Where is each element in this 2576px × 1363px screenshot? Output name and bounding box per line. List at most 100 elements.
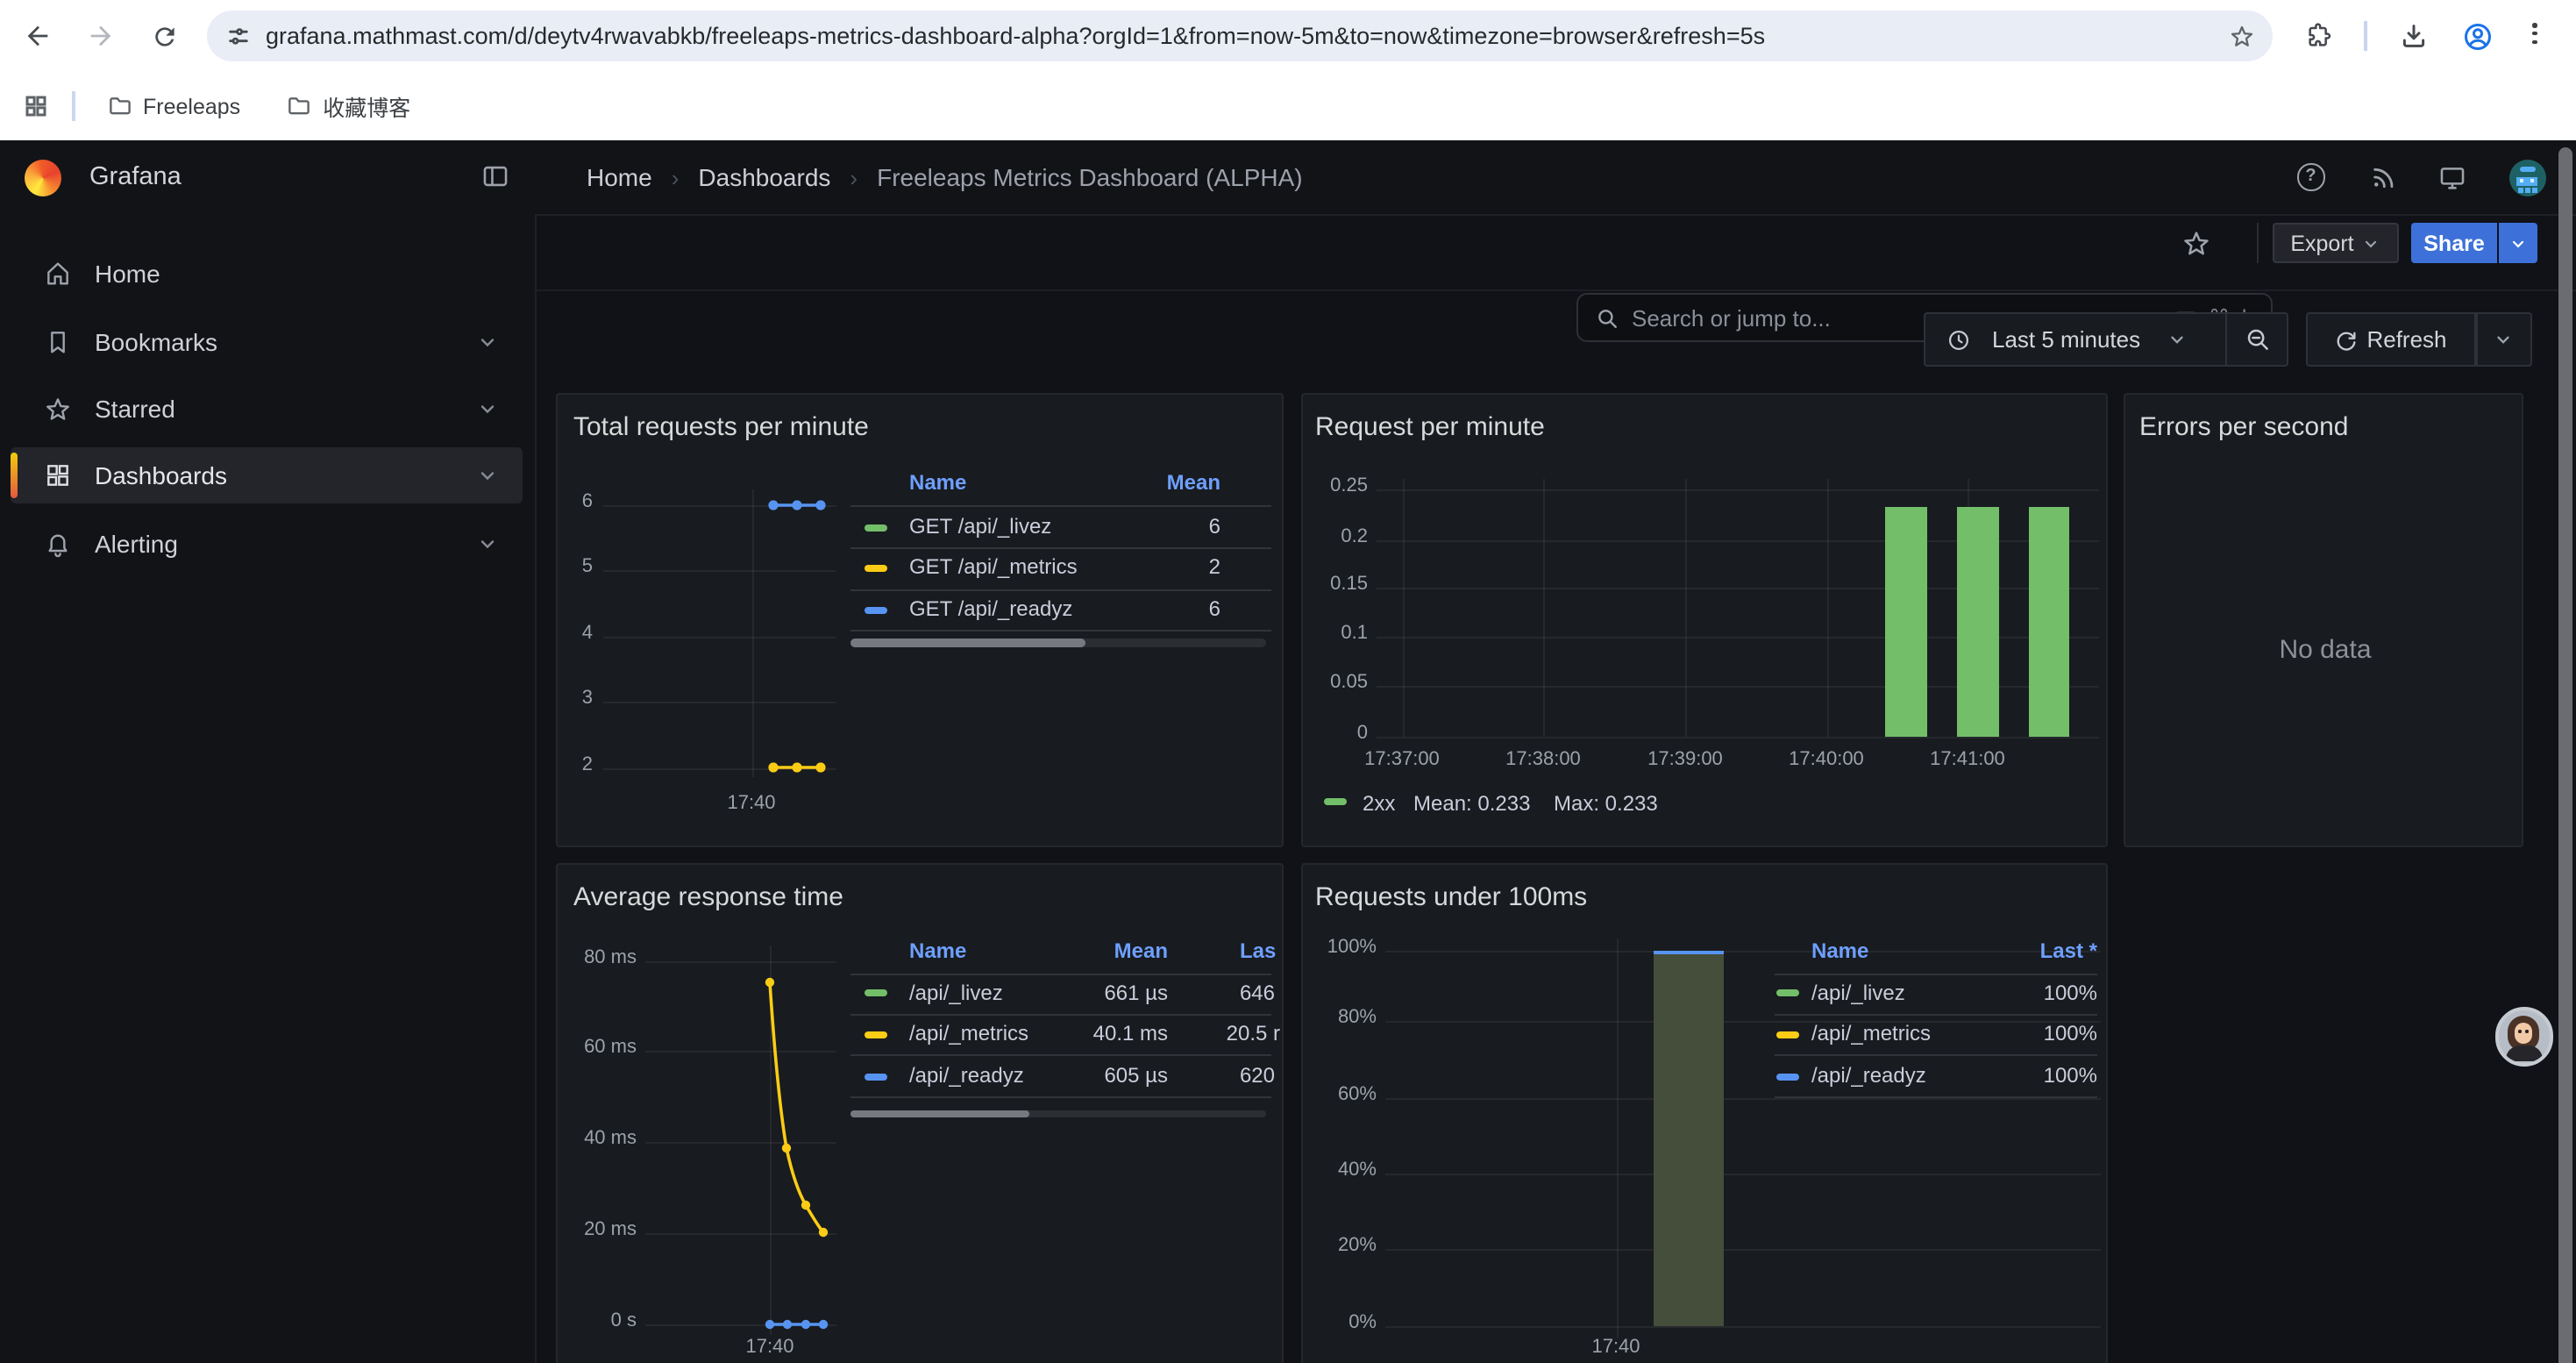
- bell-icon: [44, 530, 72, 558]
- refresh-button[interactable]: Refresh: [2305, 312, 2475, 367]
- panel-title[interactable]: Request per minute: [1315, 412, 1545, 442]
- series-color-pill: [864, 989, 886, 996]
- screen: grafana.mathmast.com/d/deytv4rwavabkb/fr…: [0, 0, 2576, 1363]
- sidebar-item-label: Bookmarks: [95, 327, 477, 355]
- legend-row[interactable]: /api/_readyz: [909, 1063, 1024, 1088]
- chevron-down-icon[interactable]: [477, 331, 498, 352]
- export-button[interactable]: Export: [2273, 223, 2398, 263]
- y-tick: 0.2: [1303, 525, 1368, 546]
- legend-row[interactable]: /api/_livez: [1811, 980, 1905, 1004]
- legend-row[interactable]: /api/_livez: [909, 980, 1003, 1004]
- sidebar-item-starred[interactable]: Starred: [11, 380, 523, 436]
- forward-icon[interactable]: [77, 13, 123, 59]
- legend-scrollbar[interactable]: [850, 1110, 1265, 1117]
- legend-row[interactable]: GET /api/_livez: [909, 514, 1051, 539]
- search-icon: [1595, 306, 1618, 329]
- y-tick: 0%: [1303, 1312, 1377, 1333]
- y-tick: 0: [1303, 722, 1368, 743]
- monitor-icon[interactable]: [2437, 163, 2467, 193]
- series-color-pill: [1323, 798, 1346, 805]
- y-tick: 80%: [1303, 1007, 1377, 1028]
- sidebar-item-dashboards[interactable]: Dashboards: [11, 446, 523, 503]
- sidebar-item-bookmarks[interactable]: Bookmarks: [11, 313, 523, 369]
- panel-title[interactable]: Requests under 100ms: [1315, 882, 1587, 912]
- legend-last-header[interactable]: Last *: [1975, 938, 2097, 962]
- bookmark-label: 收藏博客: [323, 89, 410, 123]
- profile-icon[interactable]: [2462, 20, 2494, 52]
- chevron-right-icon: ›: [672, 164, 680, 190]
- bookmark-folder-blogs[interactable]: 收藏博客: [272, 83, 424, 129]
- news-rss-icon[interactable]: [2369, 163, 2397, 191]
- bookmark-folder-freeleaps[interactable]: Freeleaps: [92, 83, 254, 129]
- series-color-pill: [1776, 1031, 1799, 1038]
- y-tick: 0.1: [1303, 623, 1368, 644]
- subheader-divider: [535, 289, 2576, 291]
- legend-last-header[interactable]: Las: [1240, 938, 1276, 962]
- chevron-down-icon[interactable]: [477, 464, 498, 485]
- chevron-right-icon: ›: [850, 164, 857, 190]
- line-chart: [558, 395, 1284, 847]
- chevron-down-icon[interactable]: [477, 533, 498, 554]
- url-text[interactable]: grafana.mathmast.com/d/deytv4rwavabkb/fr…: [266, 23, 2215, 49]
- panel-errors-per-second: Errors per second No data: [2124, 393, 2523, 847]
- bookmark-star-icon[interactable]: [2229, 23, 2255, 49]
- legend-scrollbar[interactable]: [850, 639, 1265, 646]
- grafana-logo-icon[interactable]: [24, 159, 60, 196]
- sidebar: Home Bookmarks Starred Dashboa: [0, 214, 537, 1363]
- favorite-star-icon[interactable]: [2181, 228, 2211, 258]
- legend-row[interactable]: GET /api/_metrics: [909, 554, 1078, 579]
- series-color-pill: [864, 606, 886, 613]
- sidebar-item-label: Starred: [95, 394, 477, 422]
- legend-name-header[interactable]: Name: [909, 938, 966, 962]
- user-avatar[interactable]: [2508, 159, 2545, 196]
- series-color-pill: [864, 1031, 886, 1038]
- reload-icon[interactable]: [141, 13, 187, 59]
- extensions-icon[interactable]: [2304, 21, 2332, 49]
- legend-mean-header[interactable]: Mean: [1084, 470, 1220, 495]
- legend-row[interactable]: /api/_metrics: [909, 1021, 1028, 1045]
- series-color-pill: [864, 524, 886, 531]
- legend-series[interactable]: 2xx: [1363, 791, 1395, 816]
- sidebar-collapse-icon[interactable]: [480, 161, 510, 191]
- legend-name-header[interactable]: Name: [909, 470, 966, 495]
- help-icon[interactable]: ?: [2297, 163, 2324, 190]
- breadcrumb-dashboards[interactable]: Dashboards: [698, 163, 830, 191]
- x-tick: 17:39:00: [1629, 749, 1741, 770]
- star-icon: [44, 394, 72, 422]
- refresh-label: Refresh: [2366, 326, 2446, 353]
- x-tick: 17:40: [1576, 1337, 1655, 1358]
- x-tick: 17:40: [712, 793, 791, 814]
- sidebar-item-home[interactable]: Home: [11, 245, 523, 301]
- chevron-down-icon[interactable]: [477, 397, 498, 418]
- download-icon[interactable]: [2399, 21, 2429, 51]
- series-color-pill: [864, 1073, 886, 1080]
- brand-title: Grafana: [89, 140, 181, 214]
- time-range-picker[interactable]: Last 5 minutes: [1924, 312, 2227, 367]
- y-tick: 40%: [1303, 1159, 1377, 1180]
- share-button[interactable]: Share: [2411, 223, 2497, 263]
- panel-title[interactable]: Errors per second: [2139, 412, 2348, 442]
- panel-requests-under-100ms: Requests under 100ms 100% 80% 60% 40% 20…: [1301, 863, 2108, 1363]
- legend-row[interactable]: GET /api/_readyz: [909, 596, 1072, 621]
- apps-grid-icon[interactable]: [23, 93, 49, 119]
- legend-mean: Mean: 0.233: [1413, 791, 1530, 816]
- legend-row[interactable]: /api/_metrics: [1811, 1021, 1931, 1045]
- sidebar-item-alerting[interactable]: Alerting: [11, 516, 523, 572]
- breadcrumb-home[interactable]: Home: [587, 163, 652, 191]
- site-settings-icon[interactable]: [225, 24, 250, 48]
- browser-toolbar: grafana.mathmast.com/d/deytv4rwavabkb/fr…: [0, 0, 2576, 72]
- page-scrollbar[interactable]: [2558, 147, 2572, 1363]
- refresh-interval-dropdown[interactable]: [2475, 312, 2532, 367]
- back-icon[interactable]: [15, 13, 60, 59]
- share-dropdown-button[interactable]: [2499, 223, 2537, 263]
- assistant-avatar[interactable]: [2494, 1007, 2553, 1066]
- x-tick: 17:40: [730, 1337, 809, 1358]
- legend-mean-header[interactable]: Mean: [1063, 938, 1168, 962]
- zoom-out-button[interactable]: [2227, 312, 2288, 367]
- url-bar[interactable]: grafana.mathmast.com/d/deytv4rwavabkb/fr…: [206, 11, 2273, 61]
- menu-kebab-icon[interactable]: [2532, 23, 2537, 44]
- series-color-pill: [1776, 989, 1799, 996]
- y-tick: 0.05: [1303, 672, 1368, 693]
- legend-name-header[interactable]: Name: [1811, 938, 1868, 962]
- legend-row[interactable]: /api/_readyz: [1811, 1063, 1926, 1088]
